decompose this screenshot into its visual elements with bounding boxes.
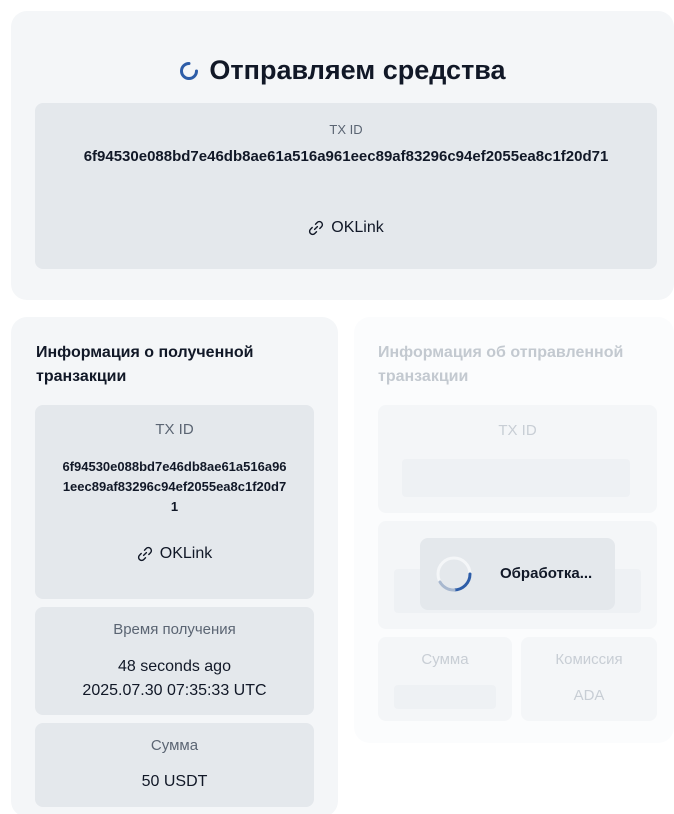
sent-section-title: Информация об отправленной транзакции	[378, 344, 624, 385]
txid-hash: 6f94530e088bd7e46db8ae61a516a961eec89af8…	[83, 148, 609, 165]
sent-txid-label: TX ID	[498, 422, 537, 439]
received-time-relative: 48 seconds ago	[118, 658, 231, 675]
header-txid-box: TX ID 6f94530e088bd7e46db8ae61a516a961ee…	[35, 103, 657, 269]
received-transaction-card: Информация о полученной транзакции TX ID…	[11, 317, 338, 814]
sent-txid-box: TX ID	[378, 405, 657, 513]
sent-fee-currency: ADA	[573, 687, 605, 704]
page-title-row: Отправляем средства	[11, 55, 674, 86]
received-time-label: Время получения	[113, 621, 236, 638]
received-section-title: Информация о полученной транзакции	[36, 344, 254, 385]
received-txid-hash: 6f94530e088bd7e46db8ae61a516a961eec89af8…	[62, 459, 287, 514]
sent-transaction-card: Информация об отправленной транзакции TX…	[354, 317, 674, 743]
received-txid-box: TX ID 6f94530e088bd7e46db8ae61a516a961ee…	[35, 405, 314, 599]
explorer-link[interactable]: OKLink	[35, 219, 657, 237]
sent-amount-label: Сумма	[421, 651, 469, 668]
txid-label: TX ID	[329, 122, 363, 137]
processing-label: Обработка...	[500, 565, 593, 582]
sent-fee-label: Комиссия	[555, 651, 623, 668]
received-amount-value: 50 USDT	[141, 773, 208, 790]
link-icon	[309, 220, 324, 236]
loading-spinner-icon	[180, 61, 199, 80]
received-time-absolute: 2025.07.30 07:35:33 UTC	[82, 682, 267, 699]
page-title: Отправляем средства	[209, 55, 506, 85]
sent-amount-box: Сумма	[378, 637, 512, 721]
received-explorer-link[interactable]: OKLink	[35, 545, 314, 563]
received-txid-label: TX ID	[155, 421, 194, 438]
link-icon	[137, 546, 152, 562]
explorer-link-label: OKLink	[331, 219, 384, 236]
received-amount-box: Сумма 50 USDT	[35, 723, 314, 807]
received-explorer-link-label: OKLink	[159, 545, 213, 562]
sent-txid-skeleton	[402, 459, 630, 497]
sending-status-card: Отправляем средства TX ID 6f94530e088bd7…	[11, 11, 674, 300]
processing-toast: Обработка...	[420, 538, 615, 610]
processing-spinner-icon	[436, 556, 472, 592]
sent-amount-skeleton	[394, 685, 496, 709]
received-time-box: Время получения 48 seconds ago 2025.07.3…	[35, 607, 314, 715]
received-amount-label: Сумма	[150, 737, 199, 754]
sent-fee-box: Комиссия ADA	[521, 637, 657, 721]
